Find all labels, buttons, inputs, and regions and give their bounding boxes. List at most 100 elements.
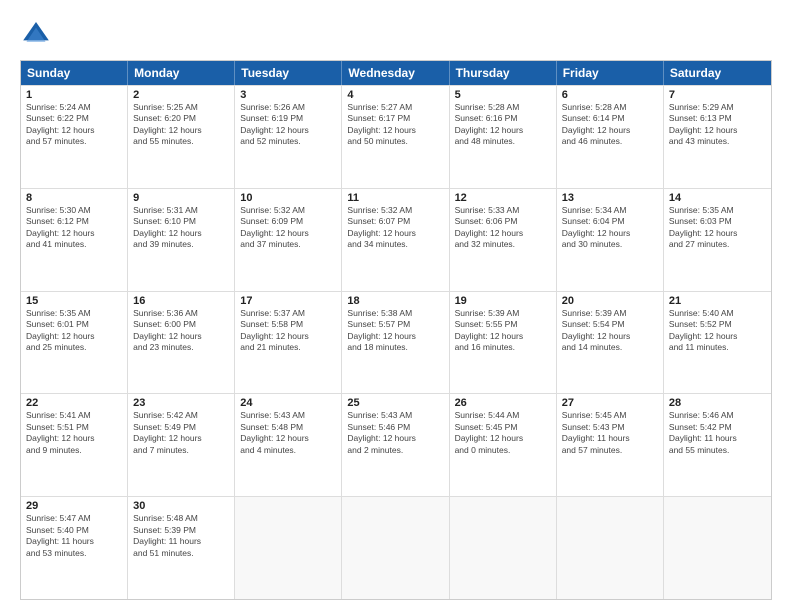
- calendar-week-1: 1Sunrise: 5:24 AM Sunset: 6:22 PM Daylig…: [21, 85, 771, 188]
- day-number: 11: [347, 192, 443, 204]
- day-info: Sunrise: 5:43 AM Sunset: 5:48 PM Dayligh…: [240, 410, 336, 456]
- calendar-day-6: 6Sunrise: 5:28 AM Sunset: 6:14 PM Daylig…: [557, 86, 664, 188]
- day-number: 21: [669, 295, 766, 307]
- calendar-day-13: 13Sunrise: 5:34 AM Sunset: 6:04 PM Dayli…: [557, 189, 664, 291]
- calendar-day-19: 19Sunrise: 5:39 AM Sunset: 5:55 PM Dayli…: [450, 292, 557, 394]
- day-info: Sunrise: 5:39 AM Sunset: 5:55 PM Dayligh…: [455, 308, 551, 354]
- day-info: Sunrise: 5:29 AM Sunset: 6:13 PM Dayligh…: [669, 102, 766, 148]
- day-info: Sunrise: 5:32 AM Sunset: 6:09 PM Dayligh…: [240, 205, 336, 251]
- calendar-day-15: 15Sunrise: 5:35 AM Sunset: 6:01 PM Dayli…: [21, 292, 128, 394]
- calendar-day-20: 20Sunrise: 5:39 AM Sunset: 5:54 PM Dayli…: [557, 292, 664, 394]
- calendar-body: 1Sunrise: 5:24 AM Sunset: 6:22 PM Daylig…: [21, 85, 771, 599]
- calendar-day-7: 7Sunrise: 5:29 AM Sunset: 6:13 PM Daylig…: [664, 86, 771, 188]
- calendar-day-10: 10Sunrise: 5:32 AM Sunset: 6:09 PM Dayli…: [235, 189, 342, 291]
- day-number: 24: [240, 397, 336, 409]
- day-info: Sunrise: 5:32 AM Sunset: 6:07 PM Dayligh…: [347, 205, 443, 251]
- day-info: Sunrise: 5:28 AM Sunset: 6:14 PM Dayligh…: [562, 102, 658, 148]
- calendar-day-empty: [664, 497, 771, 599]
- day-number: 14: [669, 192, 766, 204]
- day-number: 9: [133, 192, 229, 204]
- calendar-day-25: 25Sunrise: 5:43 AM Sunset: 5:46 PM Dayli…: [342, 394, 449, 496]
- day-info: Sunrise: 5:30 AM Sunset: 6:12 PM Dayligh…: [26, 205, 122, 251]
- calendar-day-14: 14Sunrise: 5:35 AM Sunset: 6:03 PM Dayli…: [664, 189, 771, 291]
- calendar-day-16: 16Sunrise: 5:36 AM Sunset: 6:00 PM Dayli…: [128, 292, 235, 394]
- day-info: Sunrise: 5:42 AM Sunset: 5:49 PM Dayligh…: [133, 410, 229, 456]
- calendar-day-18: 18Sunrise: 5:38 AM Sunset: 5:57 PM Dayli…: [342, 292, 449, 394]
- day-info: Sunrise: 5:41 AM Sunset: 5:51 PM Dayligh…: [26, 410, 122, 456]
- day-info: Sunrise: 5:38 AM Sunset: 5:57 PM Dayligh…: [347, 308, 443, 354]
- day-info: Sunrise: 5:31 AM Sunset: 6:10 PM Dayligh…: [133, 205, 229, 251]
- day-number: 19: [455, 295, 551, 307]
- logo: [20, 18, 58, 50]
- calendar-header: SundayMondayTuesdayWednesdayThursdayFrid…: [21, 61, 771, 85]
- day-info: Sunrise: 5:37 AM Sunset: 5:58 PM Dayligh…: [240, 308, 336, 354]
- day-info: Sunrise: 5:45 AM Sunset: 5:43 PM Dayligh…: [562, 410, 658, 456]
- calendar-day-28: 28Sunrise: 5:46 AM Sunset: 5:42 PM Dayli…: [664, 394, 771, 496]
- weekday-header-saturday: Saturday: [664, 61, 771, 85]
- day-info: Sunrise: 5:44 AM Sunset: 5:45 PM Dayligh…: [455, 410, 551, 456]
- calendar-week-4: 22Sunrise: 5:41 AM Sunset: 5:51 PM Dayli…: [21, 393, 771, 496]
- day-number: 5: [455, 89, 551, 101]
- day-number: 22: [26, 397, 122, 409]
- logo-icon: [20, 18, 52, 50]
- day-number: 29: [26, 500, 122, 512]
- calendar-day-21: 21Sunrise: 5:40 AM Sunset: 5:52 PM Dayli…: [664, 292, 771, 394]
- day-info: Sunrise: 5:24 AM Sunset: 6:22 PM Dayligh…: [26, 102, 122, 148]
- day-info: Sunrise: 5:48 AM Sunset: 5:39 PM Dayligh…: [133, 513, 229, 559]
- calendar-day-3: 3Sunrise: 5:26 AM Sunset: 6:19 PM Daylig…: [235, 86, 342, 188]
- page: SundayMondayTuesdayWednesdayThursdayFrid…: [0, 0, 792, 612]
- calendar-week-2: 8Sunrise: 5:30 AM Sunset: 6:12 PM Daylig…: [21, 188, 771, 291]
- day-info: Sunrise: 5:25 AM Sunset: 6:20 PM Dayligh…: [133, 102, 229, 148]
- day-number: 18: [347, 295, 443, 307]
- calendar: SundayMondayTuesdayWednesdayThursdayFrid…: [20, 60, 772, 600]
- weekday-header-monday: Monday: [128, 61, 235, 85]
- day-number: 20: [562, 295, 658, 307]
- day-number: 30: [133, 500, 229, 512]
- day-info: Sunrise: 5:28 AM Sunset: 6:16 PM Dayligh…: [455, 102, 551, 148]
- day-number: 2: [133, 89, 229, 101]
- calendar-day-17: 17Sunrise: 5:37 AM Sunset: 5:58 PM Dayli…: [235, 292, 342, 394]
- day-number: 8: [26, 192, 122, 204]
- day-info: Sunrise: 5:46 AM Sunset: 5:42 PM Dayligh…: [669, 410, 766, 456]
- day-number: 15: [26, 295, 122, 307]
- day-number: 12: [455, 192, 551, 204]
- calendar-day-26: 26Sunrise: 5:44 AM Sunset: 5:45 PM Dayli…: [450, 394, 557, 496]
- day-number: 26: [455, 397, 551, 409]
- day-info: Sunrise: 5:33 AM Sunset: 6:06 PM Dayligh…: [455, 205, 551, 251]
- day-number: 3: [240, 89, 336, 101]
- day-info: Sunrise: 5:26 AM Sunset: 6:19 PM Dayligh…: [240, 102, 336, 148]
- day-number: 16: [133, 295, 229, 307]
- weekday-header-tuesday: Tuesday: [235, 61, 342, 85]
- day-number: 10: [240, 192, 336, 204]
- weekday-header-sunday: Sunday: [21, 61, 128, 85]
- day-info: Sunrise: 5:40 AM Sunset: 5:52 PM Dayligh…: [669, 308, 766, 354]
- day-info: Sunrise: 5:35 AM Sunset: 6:01 PM Dayligh…: [26, 308, 122, 354]
- calendar-day-empty: [235, 497, 342, 599]
- calendar-day-4: 4Sunrise: 5:27 AM Sunset: 6:17 PM Daylig…: [342, 86, 449, 188]
- day-number: 4: [347, 89, 443, 101]
- calendar-day-27: 27Sunrise: 5:45 AM Sunset: 5:43 PM Dayli…: [557, 394, 664, 496]
- day-number: 7: [669, 89, 766, 101]
- day-info: Sunrise: 5:47 AM Sunset: 5:40 PM Dayligh…: [26, 513, 122, 559]
- calendar-day-5: 5Sunrise: 5:28 AM Sunset: 6:16 PM Daylig…: [450, 86, 557, 188]
- weekday-header-friday: Friday: [557, 61, 664, 85]
- day-number: 13: [562, 192, 658, 204]
- weekday-header-wednesday: Wednesday: [342, 61, 449, 85]
- day-number: 17: [240, 295, 336, 307]
- day-number: 28: [669, 397, 766, 409]
- day-info: Sunrise: 5:34 AM Sunset: 6:04 PM Dayligh…: [562, 205, 658, 251]
- calendar-day-29: 29Sunrise: 5:47 AM Sunset: 5:40 PM Dayli…: [21, 497, 128, 599]
- calendar-day-empty: [450, 497, 557, 599]
- day-info: Sunrise: 5:43 AM Sunset: 5:46 PM Dayligh…: [347, 410, 443, 456]
- day-info: Sunrise: 5:36 AM Sunset: 6:00 PM Dayligh…: [133, 308, 229, 354]
- calendar-day-empty: [342, 497, 449, 599]
- calendar-day-8: 8Sunrise: 5:30 AM Sunset: 6:12 PM Daylig…: [21, 189, 128, 291]
- calendar-day-22: 22Sunrise: 5:41 AM Sunset: 5:51 PM Dayli…: [21, 394, 128, 496]
- day-number: 27: [562, 397, 658, 409]
- day-info: Sunrise: 5:27 AM Sunset: 6:17 PM Dayligh…: [347, 102, 443, 148]
- calendar-day-11: 11Sunrise: 5:32 AM Sunset: 6:07 PM Dayli…: [342, 189, 449, 291]
- calendar-week-5: 29Sunrise: 5:47 AM Sunset: 5:40 PM Dayli…: [21, 496, 771, 599]
- weekday-header-thursday: Thursday: [450, 61, 557, 85]
- day-info: Sunrise: 5:35 AM Sunset: 6:03 PM Dayligh…: [669, 205, 766, 251]
- calendar-day-12: 12Sunrise: 5:33 AM Sunset: 6:06 PM Dayli…: [450, 189, 557, 291]
